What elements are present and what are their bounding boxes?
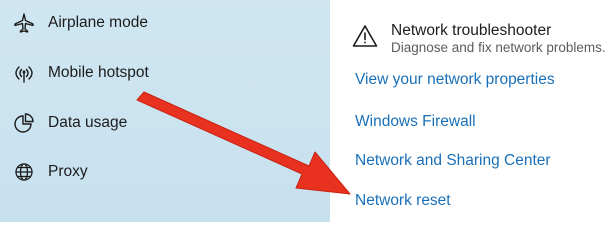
sidebar-item-label: Proxy [48,163,88,180]
hotspot-icon [12,61,36,85]
link-view-network-properties[interactable]: View your network properties [355,71,555,89]
warning-icon [352,24,378,48]
link-windows-firewall[interactable]: Windows Firewall [355,113,476,131]
sidebar-item-label: Mobile hotspot [48,64,149,81]
data-usage-icon [12,111,36,135]
link-network-sharing-center[interactable]: Network and Sharing Center [355,152,551,170]
settings-sidebar: Airplane mode Mobile hotspot Data usage [0,0,330,222]
troubleshooter-description: Diagnose and fix network problems. [391,40,606,55]
sidebar-item-airplane-mode[interactable]: Airplane mode [0,3,330,43]
airplane-icon [12,11,36,35]
sidebar-item-proxy[interactable]: Proxy [0,152,330,192]
link-network-reset[interactable]: Network reset [355,192,451,210]
globe-icon [12,160,36,184]
sidebar-item-label: Data usage [48,114,128,131]
sidebar-item-mobile-hotspot[interactable]: Mobile hotspot [0,53,330,93]
sidebar-item-data-usage[interactable]: Data usage [0,103,330,143]
sidebar-item-label: Airplane mode [48,14,148,31]
troubleshooter-title[interactable]: Network troubleshooter [391,22,551,40]
